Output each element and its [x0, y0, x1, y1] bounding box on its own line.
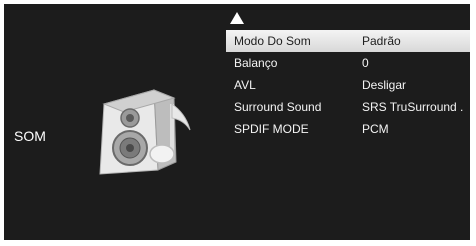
- menu-item-balance[interactable]: Balanço 0: [226, 52, 470, 74]
- menu-item-label: Balanço: [234, 56, 278, 70]
- menu-item-label: AVL: [234, 78, 256, 92]
- menu-item-avl[interactable]: AVL Desligar: [226, 74, 470, 96]
- menu-item-value: SRS TruSurround .: [362, 100, 464, 114]
- section-title: SOM: [14, 128, 46, 144]
- menu-item-label: Surround Sound: [234, 100, 322, 114]
- menu-item-label: Modo Do Som: [234, 34, 311, 48]
- menu-item-spdif-mode[interactable]: SPDIF MODE PCM: [226, 118, 470, 140]
- menu-item-surround-sound[interactable]: Surround Sound SRS TruSurround .: [226, 96, 470, 118]
- menu-item-value: PCM: [362, 122, 389, 136]
- menu-item-label: SPDIF MODE: [234, 122, 309, 136]
- tv-osd-screen: SOM Modo Do Som Padrão Balanço 0 AVL Des…: [4, 4, 470, 240]
- menu-item-value: 0: [362, 56, 369, 70]
- speaker-music-note-icon: [99, 89, 191, 175]
- scroll-up-arrow-icon[interactable]: [230, 12, 244, 24]
- menu-item-value: Padrão: [362, 34, 401, 48]
- sound-settings-menu: Modo Do Som Padrão Balanço 0 AVL Desliga…: [226, 30, 470, 140]
- menu-item-value: Desligar: [362, 78, 407, 92]
- menu-item-sound-mode[interactable]: Modo Do Som Padrão: [226, 30, 470, 52]
